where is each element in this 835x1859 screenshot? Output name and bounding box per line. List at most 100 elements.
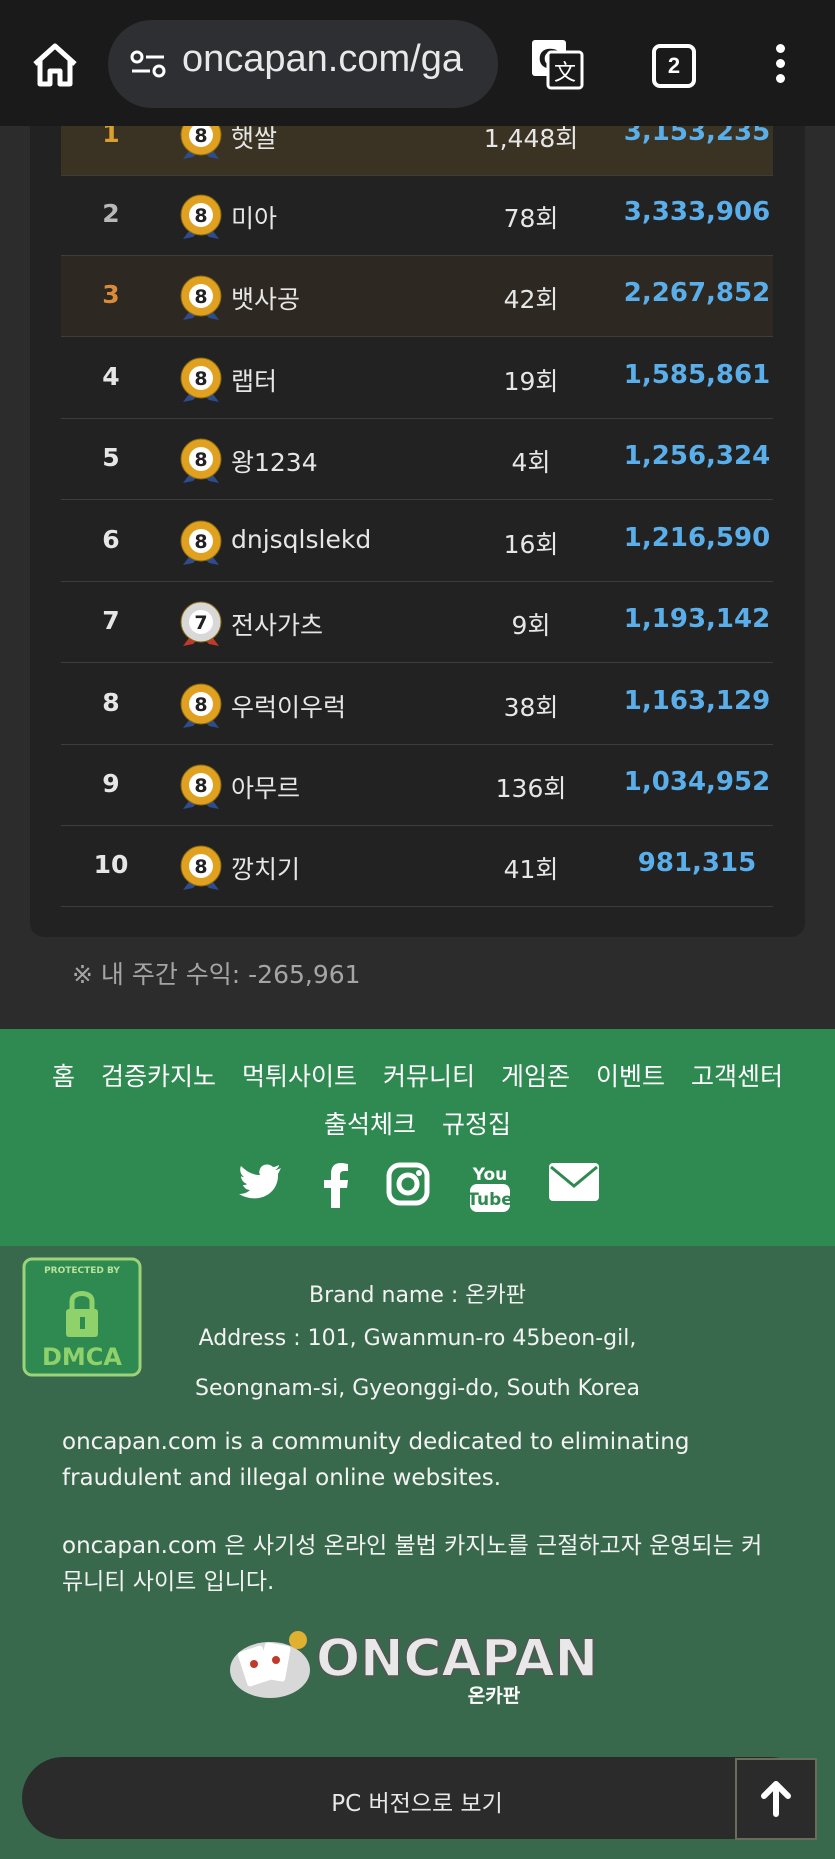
level-medal-icon: 7 xyxy=(180,601,222,646)
user-name[interactable]: 미아 xyxy=(231,199,277,235)
rank-number: 3 xyxy=(102,280,120,309)
play-count: 41회 xyxy=(503,855,559,884)
footer-nav-link[interactable]: 규정집 xyxy=(442,1110,511,1139)
profit-amount: 981,315 xyxy=(637,848,757,878)
user-name[interactable]: 아무르 xyxy=(231,769,300,805)
svg-text:8: 8 xyxy=(194,368,207,390)
description-ko: oncapan.com 은 사기성 온라인 불법 카지노를 근절하고자 운영되는… xyxy=(62,1533,763,1595)
svg-text:PROTECTED BY: PROTECTED BY xyxy=(44,1266,120,1276)
description-en: oncapan.com is a community dedicated to … xyxy=(62,1429,690,1491)
footer-nav-link[interactable]: 먹튀사이트 xyxy=(242,1062,357,1091)
rank-number: 9 xyxy=(102,769,120,798)
play-count: 19회 xyxy=(503,367,559,396)
rank-number: 8 xyxy=(102,688,120,717)
site-settings-icon[interactable] xyxy=(130,48,166,80)
tab-switcher-button[interactable]: 2 xyxy=(652,44,696,88)
svg-text:8: 8 xyxy=(194,125,207,147)
ranking-row[interactable]: 7 7 전사가츠 9회 1,193,142 xyxy=(61,582,773,663)
footer-nav: 홈 검증카지노 먹튀사이트 커뮤니티 게임존 이벤트 고객센터 출석체크 규정집 xyxy=(0,1029,835,1246)
weekly-profit: ※ 내 주간 수익: -265,961 xyxy=(72,960,361,989)
level-medal-icon: 8 xyxy=(180,275,222,320)
facebook-icon[interactable] xyxy=(320,1162,350,1208)
profit-amount: 3,333,906 xyxy=(623,197,771,227)
svg-text:8: 8 xyxy=(194,449,207,471)
user-name[interactable]: 전사가츠 xyxy=(231,606,323,642)
svg-text:7: 7 xyxy=(194,612,207,634)
ranking-row[interactable]: 9 8 아무르 136회 1,034,952 xyxy=(61,745,773,826)
ranking-row[interactable]: 2 8 미아 78회 3,333,906 xyxy=(61,175,773,256)
svg-text:文: 文 xyxy=(554,61,576,86)
svg-text:8: 8 xyxy=(194,286,207,308)
level-medal-icon: 8 xyxy=(180,845,222,890)
profit-amount: 2,267,852 xyxy=(623,278,771,308)
ranking-row[interactable]: 3 8 뱃사공 42회 2,267,852 xyxy=(61,256,773,337)
footer-nav-link[interactable]: 홈 xyxy=(52,1062,75,1091)
email-icon[interactable] xyxy=(548,1162,600,1202)
dmca-badge[interactable]: PROTECTED BY DMCA xyxy=(22,1257,142,1377)
footer-nav-link[interactable]: 이벤트 xyxy=(596,1062,665,1091)
footer-nav-link[interactable]: 검증카지노 xyxy=(101,1062,216,1091)
brand-name: Brand name : 온카판 xyxy=(308,1283,527,1308)
svg-text:ONCAPAN: ONCAPAN xyxy=(316,1629,598,1689)
ranking-row[interactable]: 6 8 dnjsqlslekd 16회 1,216,590 xyxy=(61,501,773,582)
user-name[interactable]: 뱃사공 xyxy=(231,280,300,316)
play-count: 136회 xyxy=(495,774,567,803)
twitter-icon[interactable] xyxy=(238,1162,282,1202)
profit-amount: 1,163,129 xyxy=(623,686,771,716)
svg-text:8: 8 xyxy=(194,531,207,553)
level-medal-icon: 8 xyxy=(180,194,222,239)
svg-text:8: 8 xyxy=(194,205,207,227)
level-medal-icon: 8 xyxy=(180,764,222,809)
oncapan-logo[interactable]: ONCAPAN 온카판 xyxy=(228,1618,608,1710)
scroll-top-button[interactable] xyxy=(735,1758,817,1840)
overflow-menu-icon[interactable] xyxy=(770,44,790,88)
address-bar[interactable]: oncapan.com/ga xyxy=(108,20,498,108)
user-name[interactable]: 깡치기 xyxy=(231,850,300,886)
footer-nav-link[interactable]: 고객센터 xyxy=(691,1062,783,1091)
play-count: 4회 xyxy=(511,448,551,477)
browser-toolbar: oncapan.com/ga G 文 2 xyxy=(0,0,835,126)
footer-nav-row: 홈 검증카지노 먹튀사이트 커뮤니티 게임존 이벤트 고객센터 xyxy=(0,1057,835,1093)
level-medal-icon: 8 xyxy=(180,520,222,565)
svg-text:온카판: 온카판 xyxy=(468,1685,521,1707)
svg-text:8: 8 xyxy=(194,775,207,797)
play-count: 78회 xyxy=(503,204,559,233)
svg-text:8: 8 xyxy=(194,694,207,716)
user-name[interactable]: 랩터 xyxy=(231,362,277,398)
user-name[interactable]: dnjsqlslekd xyxy=(231,525,371,554)
ranking-row[interactable]: 4 8 랩터 19회 1,585,861 xyxy=(61,338,773,419)
profit-amount: 1,216,590 xyxy=(623,523,771,553)
home-icon[interactable] xyxy=(30,40,80,90)
url-text: oncapan.com/ga xyxy=(182,38,463,80)
footer-nav-link[interactable]: 커뮤니티 xyxy=(383,1062,475,1091)
user-name[interactable]: 우럭이우럭 xyxy=(231,688,346,724)
pc-version-button[interactable]: PC 버전으로 보기 xyxy=(22,1757,812,1839)
level-medal-icon: 8 xyxy=(180,438,222,483)
play-count: 42회 xyxy=(503,285,559,314)
svg-text:Tube: Tube xyxy=(468,1190,512,1210)
footer-nav-row: 출석체크 규정집 xyxy=(0,1105,835,1141)
rank-number: 10 xyxy=(93,850,129,879)
instagram-icon[interactable] xyxy=(386,1162,430,1206)
translate-icon[interactable]: G 文 xyxy=(530,38,584,90)
rank-number: 5 xyxy=(102,443,120,472)
ranking-row[interactable]: 10 8 깡치기 41회 981,315 xyxy=(61,826,773,907)
arrow-up-icon xyxy=(761,1781,791,1817)
user-name[interactable]: 왕1234 xyxy=(231,443,318,479)
ranking-row[interactable]: 5 8 왕1234 4회 1,256,324 xyxy=(61,419,773,500)
level-medal-icon: 8 xyxy=(180,357,222,402)
pc-version-label: PC 버전으로 보기 xyxy=(331,1791,503,1817)
rank-number: 2 xyxy=(102,199,120,228)
svg-text:8: 8 xyxy=(194,856,207,878)
youtube-icon[interactable]: You Tube xyxy=(468,1162,512,1214)
footer-nav-link[interactable]: 출석체크 xyxy=(324,1110,416,1139)
play-count: 38회 xyxy=(503,693,559,722)
rank-number: 4 xyxy=(102,362,120,391)
footer-nav-link[interactable]: 게임존 xyxy=(501,1062,570,1091)
level-medal-icon: 8 xyxy=(180,683,222,728)
profit-amount: 1,193,142 xyxy=(623,604,771,634)
ranking-row[interactable]: 8 8 우럭이우럭 38회 1,163,129 xyxy=(61,664,773,745)
rank-number: 7 xyxy=(102,606,120,635)
address-line-2: Seongnam-si, Gyeonggi-do, South Korea xyxy=(195,1376,640,1401)
profit-amount: 1,585,861 xyxy=(623,360,771,390)
